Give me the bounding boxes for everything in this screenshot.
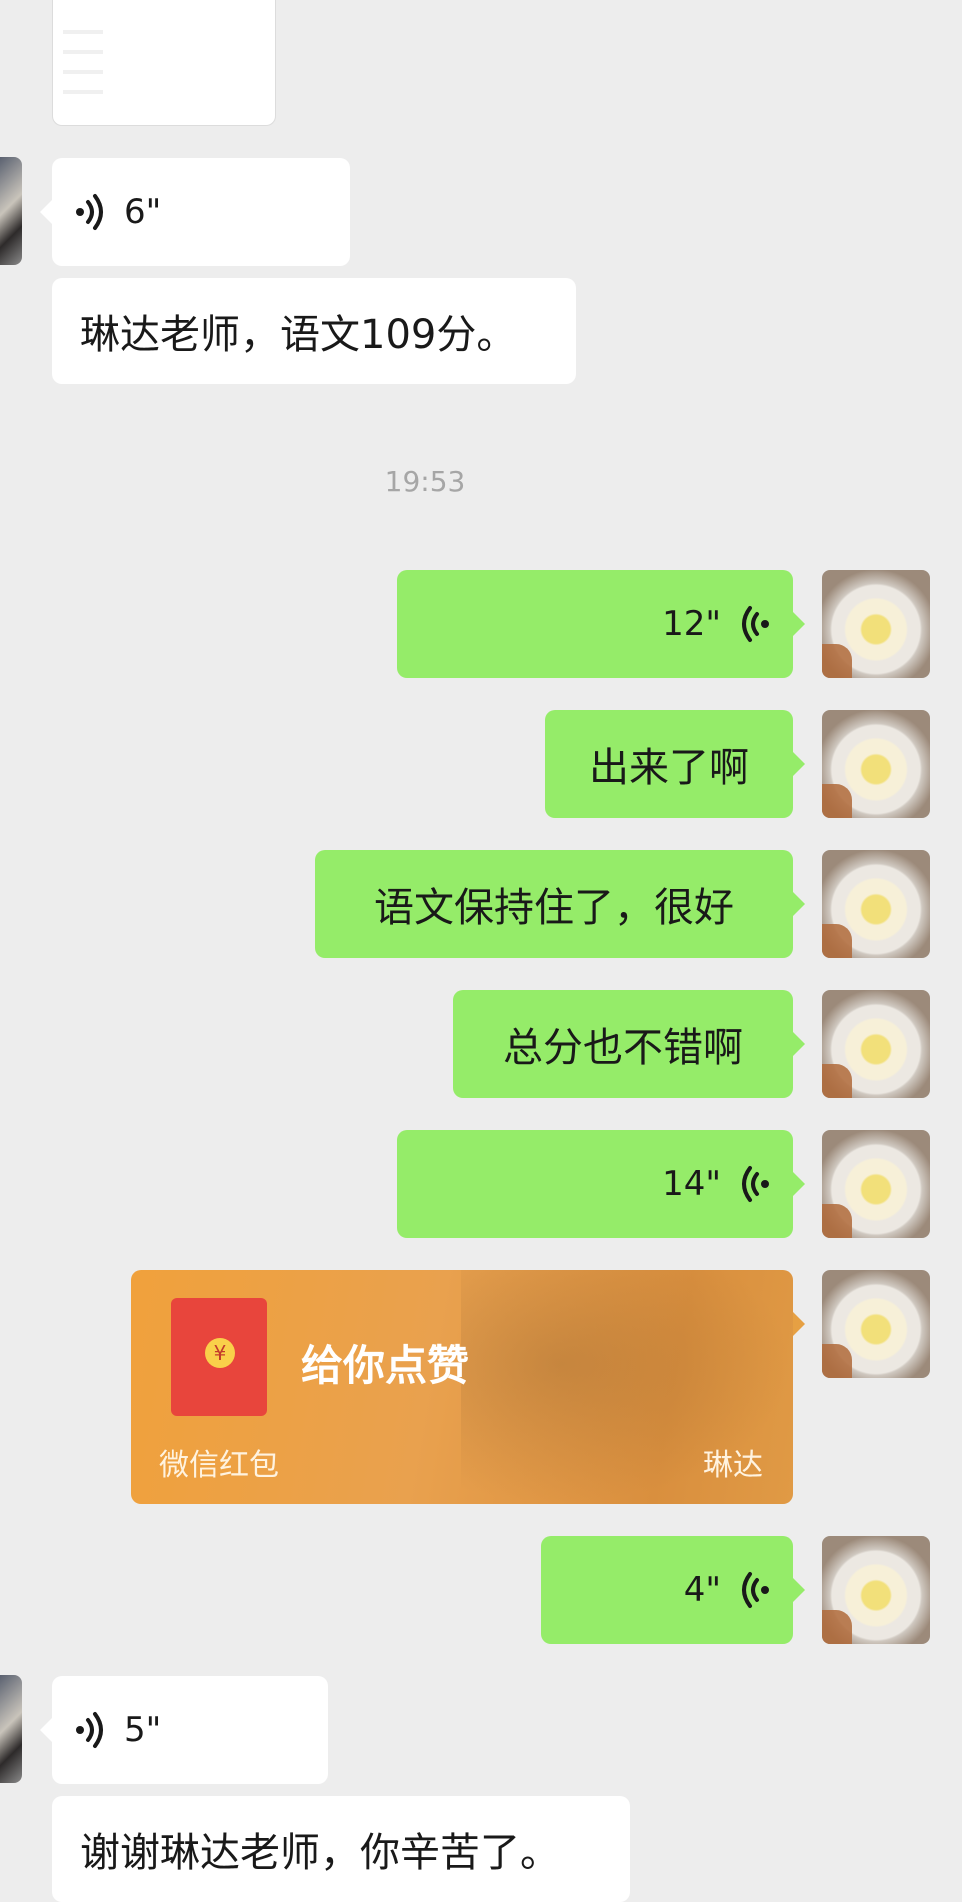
coin-icon: ¥ bbox=[205, 1338, 235, 1368]
red-envelope-icon: ¥ bbox=[171, 1298, 267, 1416]
user-avatar[interactable] bbox=[822, 1270, 930, 1378]
voice-message-outgoing[interactable]: 4" bbox=[541, 1536, 793, 1644]
bubble-tail bbox=[793, 1578, 805, 1602]
text-message-outgoing[interactable]: 语文保持住了，很好 bbox=[315, 850, 793, 958]
text-message-incoming[interactable]: 谢谢琳达老师，你辛苦了。 bbox=[52, 1796, 630, 1902]
voice-wave-icon bbox=[74, 192, 108, 232]
bubble-tail bbox=[793, 1172, 805, 1196]
voice-message-outgoing[interactable]: 12" bbox=[397, 570, 793, 678]
image-message-partial[interactable] bbox=[52, 0, 276, 126]
message-text: 谢谢琳达老师，你辛苦了。 bbox=[80, 1830, 560, 1876]
user-avatar[interactable] bbox=[822, 570, 930, 678]
user-avatar[interactable] bbox=[822, 1536, 930, 1644]
voice-duration: 12" bbox=[662, 604, 721, 644]
red-packet-brand: 微信红包 bbox=[159, 1448, 279, 1483]
message-text: 总分也不错啊 bbox=[503, 1025, 743, 1071]
text-message-outgoing[interactable]: 总分也不错啊 bbox=[453, 990, 793, 1098]
text-message-outgoing[interactable]: 出来了啊 bbox=[545, 710, 793, 818]
bubble-tail bbox=[793, 1032, 805, 1056]
bubble-tail bbox=[793, 892, 805, 916]
user-avatar[interactable] bbox=[822, 1130, 930, 1238]
voice-duration: 14" bbox=[662, 1164, 721, 1204]
red-packet-sender: 琳达 bbox=[703, 1448, 763, 1483]
voice-message-incoming[interactable]: 5" bbox=[52, 1676, 328, 1784]
voice-duration: 4" bbox=[683, 1570, 721, 1610]
bubble-tail bbox=[793, 752, 805, 776]
voice-message-outgoing[interactable]: 14" bbox=[397, 1130, 793, 1238]
bubble-tail bbox=[40, 200, 52, 224]
contact-avatar[interactable] bbox=[0, 1675, 22, 1783]
bubble-tail bbox=[793, 1312, 805, 1336]
message-text: 出来了啊 bbox=[589, 745, 749, 791]
image-placeholder-lines bbox=[63, 30, 103, 110]
text-message-incoming[interactable]: 琳达老师，语文109分。 bbox=[52, 278, 576, 384]
user-avatar[interactable] bbox=[822, 850, 930, 958]
voice-wave-icon bbox=[737, 1570, 771, 1610]
voice-message-incoming[interactable]: 6" bbox=[52, 158, 350, 266]
message-text: 琳达老师，语文109分。 bbox=[80, 312, 517, 358]
red-packet-card[interactable]: ¥ 给你点赞 微信红包 琳达 bbox=[131, 1270, 793, 1504]
bubble-tail bbox=[40, 1718, 52, 1742]
voice-duration: 5" bbox=[124, 1710, 162, 1750]
message-text: 语文保持住了，很好 bbox=[374, 885, 734, 931]
user-avatar[interactable] bbox=[822, 990, 930, 1098]
voice-duration: 6" bbox=[124, 192, 162, 232]
voice-wave-icon bbox=[737, 604, 771, 644]
message-timestamp: 19:53 bbox=[384, 465, 466, 498]
contact-avatar[interactable] bbox=[0, 157, 22, 265]
user-avatar[interactable] bbox=[822, 710, 930, 818]
voice-wave-icon bbox=[737, 1164, 771, 1204]
red-packet-message: 给你点赞 bbox=[301, 1341, 470, 1390]
voice-wave-icon bbox=[74, 1710, 108, 1750]
bubble-tail bbox=[793, 612, 805, 636]
